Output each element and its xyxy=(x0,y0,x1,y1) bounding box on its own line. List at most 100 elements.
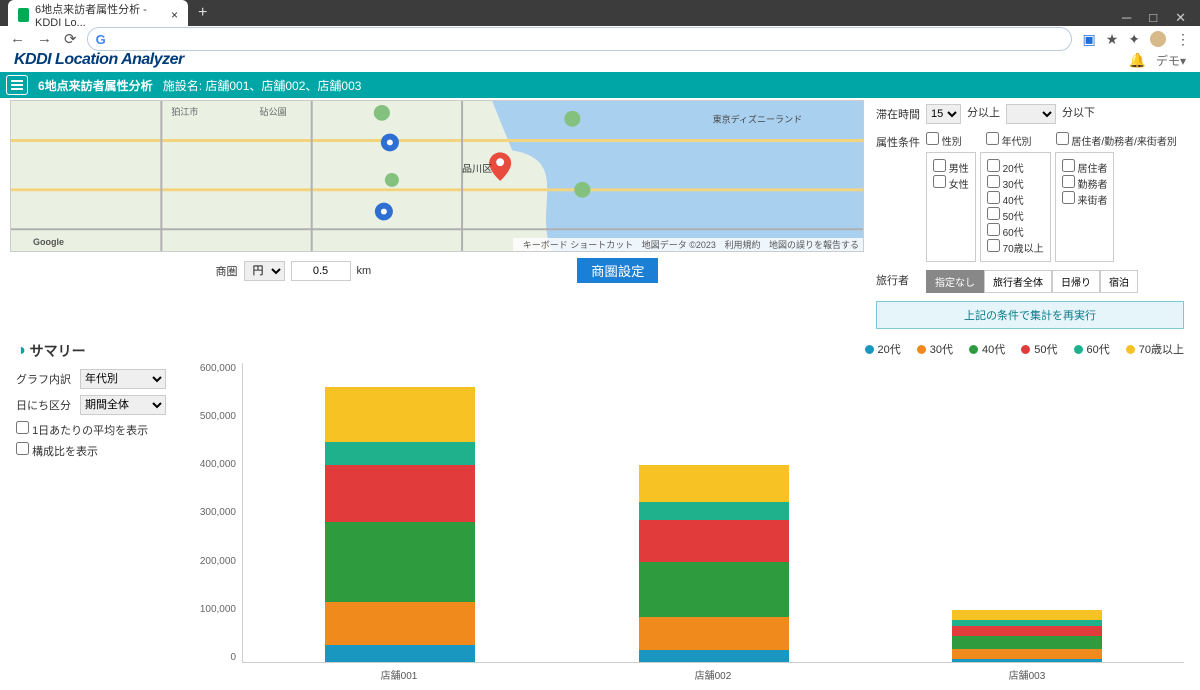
map[interactable]: 品川区 狛江市 砧公園 東京ディズニーランド Google キーボード ショート… xyxy=(10,100,864,252)
chk-30s[interactable] xyxy=(987,175,1000,188)
set-area-button[interactable]: 商圏設定 xyxy=(577,258,658,283)
seg-40代 xyxy=(325,522,475,602)
browser-chrome: 6地点来訪者属性分析 - KDDI Lo... × + ─ □ ✕ ← → ⟳ … xyxy=(0,0,1200,48)
extension-icon[interactable]: ▣ xyxy=(1082,31,1095,48)
traveler-buttons: 指定なし旅行者全体日帰り宿泊 xyxy=(926,270,1138,293)
legend-item: 40代 xyxy=(969,341,1005,357)
stay-max-select[interactable] xyxy=(1006,104,1056,124)
app-logo: KDDI Location Analyzer xyxy=(14,51,184,69)
bar-店舗002 xyxy=(639,465,789,663)
page-title-bar: 6地点来訪者属性分析 施設名: 店舗001、店舗002、店舗003 xyxy=(0,72,1200,98)
seg-30代 xyxy=(952,649,1102,659)
area-label: 商圏 xyxy=(216,263,238,279)
x-label: 店舗003 xyxy=(870,667,1184,682)
map-credits: キーボード ショートカット 地図データ ©2023 利用規約 地図の誤りを報告す… xyxy=(513,238,863,251)
page-title: 6地点来訪者属性分析 xyxy=(38,77,153,94)
breakdown-label: グラフ内訳 xyxy=(16,371,74,387)
filter-panel: 滞在時間 15 分以上 分以下 属性条件 性別 年代別 居住者/勤務者/来街者別… xyxy=(870,100,1190,333)
chk-visitor[interactable] xyxy=(1062,191,1075,204)
x-axis: 店舗001店舗002店舗003 xyxy=(242,663,1184,682)
chart-area: 20代 30代 40代 50代 60代 70歳以上 600,000500,000400,0… xyxy=(182,341,1184,682)
map-svg: 品川区 狛江市 砧公園 東京ディズニーランド Google xyxy=(11,101,863,251)
browser-tab[interactable]: 6地点来訪者属性分析 - KDDI Lo... × xyxy=(8,0,188,26)
seg-20代 xyxy=(639,650,789,663)
seg-40代 xyxy=(639,562,789,617)
reload-icon[interactable]: ⟳ xyxy=(64,30,77,48)
back-icon[interactable]: ← xyxy=(10,30,25,48)
legend-item: 30代 xyxy=(917,341,953,357)
window-controls: ─ □ ✕ xyxy=(1122,4,1200,26)
seg-60代 xyxy=(639,502,789,520)
chart-icon: ◑ xyxy=(16,342,26,360)
page-subtitle: 施設名: 店舗001、店舗002、店舗003 xyxy=(163,77,362,94)
seg-60代 xyxy=(325,442,475,465)
chk-male[interactable] xyxy=(933,159,946,172)
hamburger-icon[interactable] xyxy=(6,75,28,95)
svg-text:砧公園: 砧公園 xyxy=(260,106,287,117)
chart-legend: 20代 30代 40代 50代 60代 70歳以上 xyxy=(182,341,1184,357)
chk-70p[interactable] xyxy=(987,239,1000,252)
forward-icon[interactable]: → xyxy=(37,30,52,48)
address-bar[interactable]: G xyxy=(87,27,1073,51)
seg-70歳以上 xyxy=(952,610,1102,620)
minimize-icon[interactable]: ─ xyxy=(1122,10,1131,26)
seg-30代 xyxy=(325,602,475,645)
chk-show-avg[interactable] xyxy=(16,421,29,434)
chk-age-header[interactable] xyxy=(986,132,999,145)
close-icon[interactable]: × xyxy=(171,8,178,22)
gender-box: 男性 女性 xyxy=(926,152,976,262)
chk-worker[interactable] xyxy=(1062,175,1075,188)
type-box: 居住者 勤務者 来街者 xyxy=(1055,152,1115,262)
puzzle-icon[interactable]: ✦ xyxy=(1128,31,1140,48)
trav-day[interactable]: 日帰り xyxy=(1052,270,1100,293)
daydiv-select[interactable]: 期間全体 xyxy=(80,395,166,415)
seg-70歳以上 xyxy=(639,465,789,503)
seg-50代 xyxy=(952,626,1102,636)
new-tab-button[interactable]: + xyxy=(190,0,215,26)
chk-female[interactable] xyxy=(933,175,946,188)
attr-label: 属性条件 xyxy=(876,132,920,150)
summary-title: サマリー xyxy=(30,341,86,361)
chk-20s[interactable] xyxy=(987,159,1000,172)
trav-all[interactable]: 旅行者全体 xyxy=(984,270,1052,293)
chart-plot xyxy=(242,363,1184,663)
breakdown-select[interactable]: 年代別 xyxy=(80,369,166,389)
unit-label: km xyxy=(357,265,372,277)
chk-50s[interactable] xyxy=(987,207,1000,220)
notification-icon[interactable]: 🔔 xyxy=(1129,52,1146,69)
chk-resident[interactable] xyxy=(1062,159,1075,172)
seg-50代 xyxy=(639,520,789,563)
trav-none[interactable]: 指定なし xyxy=(926,270,984,293)
svg-text:品川区: 品川区 xyxy=(462,163,492,175)
chk-40s[interactable] xyxy=(987,191,1000,204)
google-g-icon: G xyxy=(96,32,106,47)
area-controls: 商圏 円 km 商圏設定 xyxy=(10,252,864,289)
shape-select[interactable]: 円 xyxy=(244,261,285,281)
rerun-button[interactable]: 上記の条件で集計を再実行 xyxy=(876,301,1184,329)
chk-type-header[interactable] xyxy=(1056,132,1069,145)
seg-70歳以上 xyxy=(325,387,475,442)
bar-店舗001 xyxy=(325,387,475,662)
legend-item: 50代 xyxy=(1021,341,1057,357)
close-window-icon[interactable]: ✕ xyxy=(1175,10,1186,26)
chk-show-ratio[interactable] xyxy=(16,442,29,455)
legend-item: 20代 xyxy=(865,341,901,357)
user-menu[interactable]: デモ▾ xyxy=(1156,52,1186,69)
seg-20代 xyxy=(952,659,1102,663)
chk-60s[interactable] xyxy=(987,223,1000,236)
legend-item: 70歳以上 xyxy=(1126,341,1184,357)
chk-gender-header[interactable] xyxy=(926,132,939,145)
seg-50代 xyxy=(325,465,475,523)
trav-stay[interactable]: 宿泊 xyxy=(1100,270,1138,293)
radius-input[interactable] xyxy=(291,261,351,281)
menu-icon[interactable]: ⋮ xyxy=(1176,31,1190,48)
bookmark-icon[interactable]: ★ xyxy=(1106,31,1119,48)
y-axis: 600,000500,000400,000300,000200,000100,0… xyxy=(182,363,242,663)
tab-bar: 6地点来訪者属性分析 - KDDI Lo... × + ─ □ ✕ xyxy=(0,0,1200,26)
daydiv-label: 日にち区分 xyxy=(16,397,74,413)
x-label: 店舗002 xyxy=(556,667,870,682)
avatar-icon[interactable] xyxy=(1150,31,1166,47)
legend-item: 60代 xyxy=(1074,341,1110,357)
stay-min-select[interactable]: 15 xyxy=(926,104,961,124)
maximize-icon[interactable]: □ xyxy=(1149,10,1157,26)
